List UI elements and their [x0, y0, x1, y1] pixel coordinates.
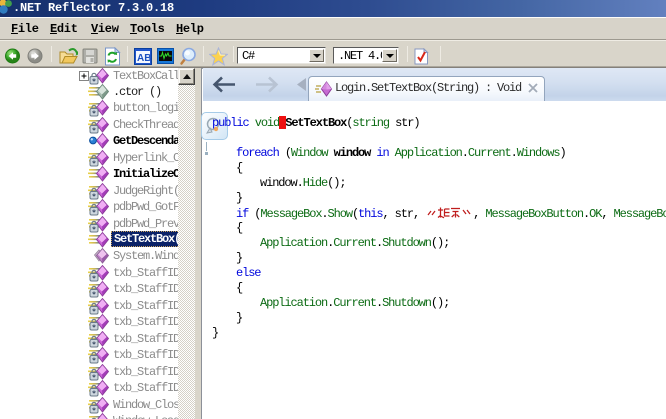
svg-text:AB: AB [137, 53, 151, 64]
